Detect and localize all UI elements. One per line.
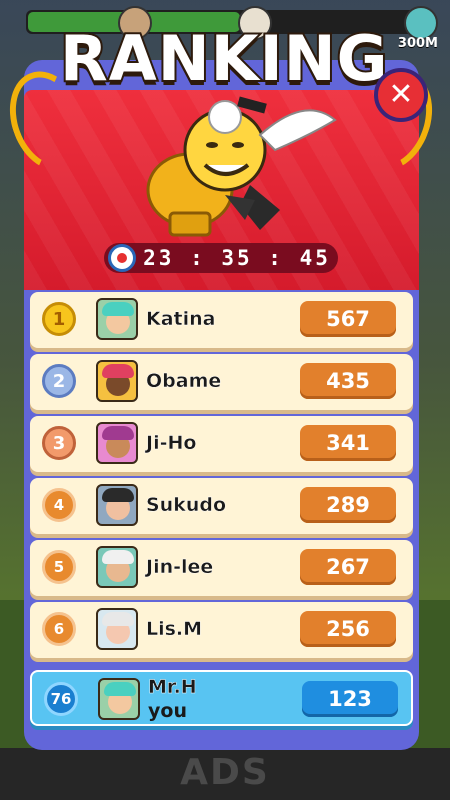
leaderboard-row[interactable]: 2 Obame 435 [30, 354, 413, 410]
player-name: Jin-lee [146, 556, 214, 578]
timer-text: 23 : 35 : 45 [143, 246, 331, 270]
rank-badge: 6 [42, 612, 76, 646]
avatar [96, 546, 138, 588]
player-name: Lis.M [146, 618, 203, 640]
my-name: Mr.H [148, 676, 197, 698]
gold-medal-icon: 1 [42, 302, 76, 336]
rank-badge: 4 [42, 488, 76, 522]
player-name: Ji-Ho [146, 432, 197, 454]
ads-label: ADS [180, 752, 270, 793]
avatar [96, 484, 138, 526]
avatar [98, 678, 140, 720]
my-score: 123 [302, 681, 398, 717]
avatar [96, 608, 138, 650]
player-name: Obame [146, 370, 222, 392]
leaderboard-row[interactable]: 4 Sukudo 289 [30, 478, 413, 534]
player-score: 267 [300, 549, 396, 585]
leaderboard-row[interactable]: 5 Jin-lee 267 [30, 540, 413, 596]
my-rank-badge: 76 [44, 682, 78, 716]
player-score: 256 [300, 611, 396, 647]
player-name: Sukudo [146, 494, 227, 516]
silver-medal-icon: 2 [42, 364, 76, 398]
trophy-icon [146, 96, 337, 237]
distance-label: 300M [397, 36, 438, 51]
player-score: 289 [300, 487, 396, 523]
bronze-medal-icon: 3 [42, 426, 76, 460]
leaderboard-row[interactable]: 6 Lis.M 256 [30, 602, 413, 658]
my-rank-row[interactable]: 76 Mr.H you 123 [30, 670, 413, 726]
player-score: 341 [300, 425, 396, 461]
ranking-title: RANKING [58, 20, 390, 97]
player-name: Katina [146, 308, 216, 330]
leaderboard-row[interactable]: 3 Ji-Ho 341 [30, 416, 413, 472]
player-avatar [404, 6, 438, 40]
stopwatch-icon [108, 244, 136, 272]
player-score: 567 [300, 301, 396, 337]
close-icon: ✕ [388, 77, 414, 112]
avatar [96, 298, 138, 340]
avatar [96, 360, 138, 402]
event-timer: 23 : 35 : 45 [104, 243, 338, 273]
player-score: 435 [300, 363, 396, 399]
close-button[interactable]: ✕ [374, 68, 428, 122]
leaderboard-row[interactable]: 1 Katina 567 [30, 292, 413, 348]
rank-badge: 5 [42, 550, 76, 584]
avatar [96, 422, 138, 464]
my-name-sub: you [148, 700, 187, 722]
